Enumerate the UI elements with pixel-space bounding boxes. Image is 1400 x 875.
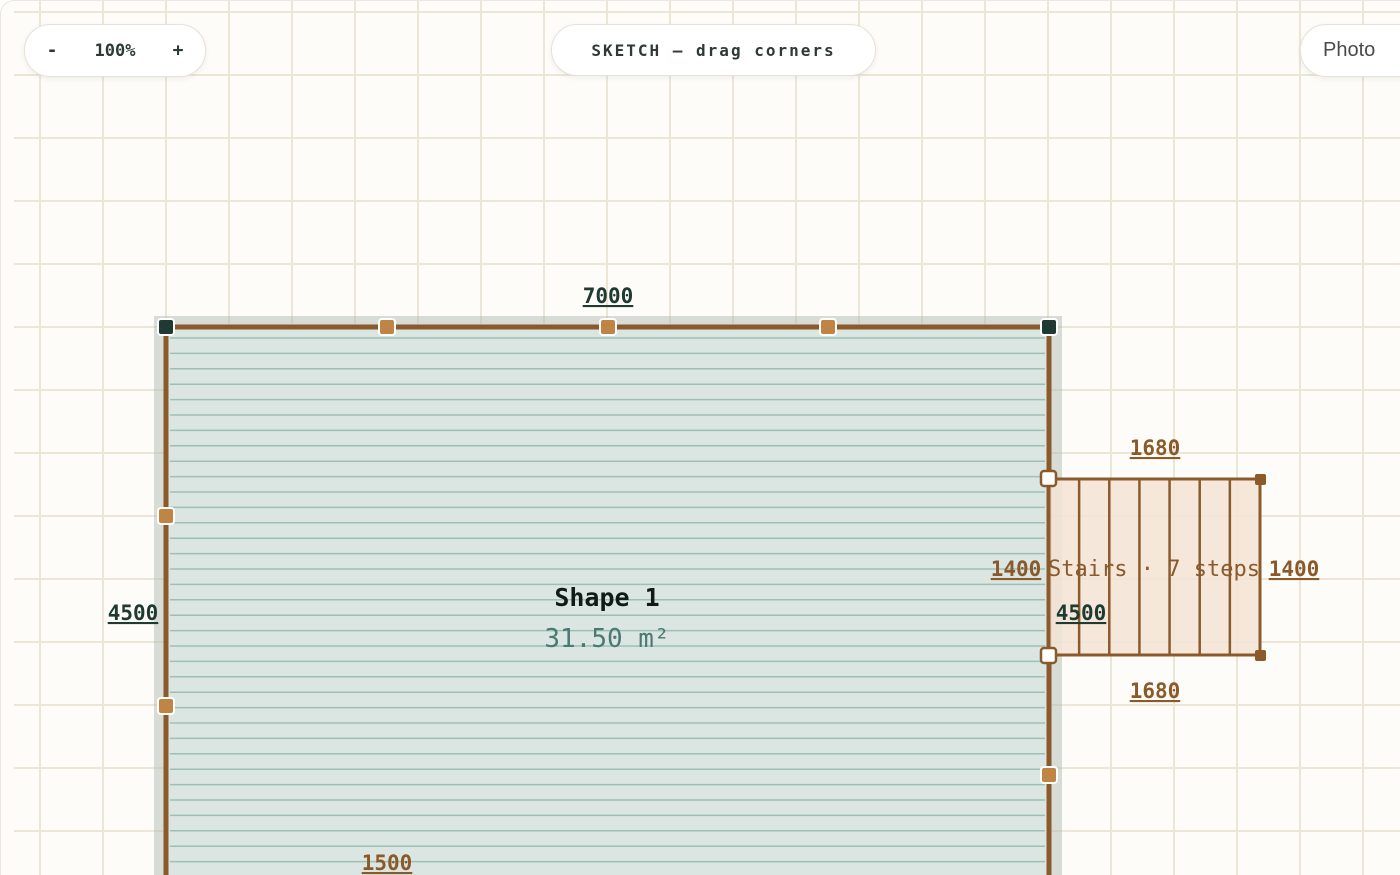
stairs-handle-bottom-right[interactable] — [1255, 650, 1266, 661]
deck-dim-right[interactable]: 4500 — [1056, 601, 1107, 625]
corner-handle-top-right[interactable] — [1040, 318, 1058, 336]
edge-handle-top-3[interactable] — [819, 318, 837, 336]
shape-area: 31.50 m² — [544, 624, 669, 654]
deck-dim-left[interactable]: 4500 — [108, 601, 159, 625]
shape-title: Shape 1 — [554, 583, 659, 612]
deck-dim-top[interactable]: 7000 — [583, 284, 634, 308]
stairs-dim-right[interactable]: 1400 — [1269, 557, 1320, 581]
edge-handle-left-1[interactable] — [157, 507, 175, 525]
stairs-label: Stairs · 7 steps — [1048, 557, 1260, 582]
deck-dim-bottom-segment[interactable]: 1500 — [362, 851, 413, 875]
corner-handle-top-left[interactable] — [157, 318, 175, 336]
stairs-dim-bottom[interactable]: 1680 — [1130, 679, 1181, 703]
zoom-control: - 100% + — [24, 24, 206, 77]
stairs-dim-top[interactable]: 1680 — [1130, 436, 1181, 460]
mode-label: SKETCH — drag corners — [591, 40, 836, 60]
stairs-dim-left[interactable]: 1400 — [991, 557, 1042, 581]
stairs-handle-top-left[interactable] — [1039, 469, 1058, 488]
sketch-canvas[interactable]: 7000 4500 4500 1500 Shape 1 31.50 m² 168… — [0, 0, 1400, 875]
stairs-handle-bottom-left[interactable] — [1039, 646, 1058, 665]
mode-indicator: SKETCH — drag corners — [551, 24, 876, 76]
photo-view-button[interactable]: Photo — [1300, 24, 1400, 77]
stairs-handle-top-right[interactable] — [1255, 474, 1266, 485]
edge-handle-top-1[interactable] — [378, 318, 396, 336]
edge-handle-right-1[interactable] — [1040, 766, 1058, 784]
edge-handle-left-2[interactable] — [157, 697, 175, 715]
edge-handle-top-2[interactable] — [599, 318, 617, 336]
zoom-out-button[interactable]: - — [41, 40, 63, 62]
app-frame: 7000 4500 4500 1500 Shape 1 31.50 m² 168… — [0, 0, 1400, 875]
zoom-level: 100% — [94, 40, 136, 61]
zoom-in-button[interactable]: + — [167, 40, 189, 62]
photo-button-label: Photo — [1323, 39, 1376, 61]
